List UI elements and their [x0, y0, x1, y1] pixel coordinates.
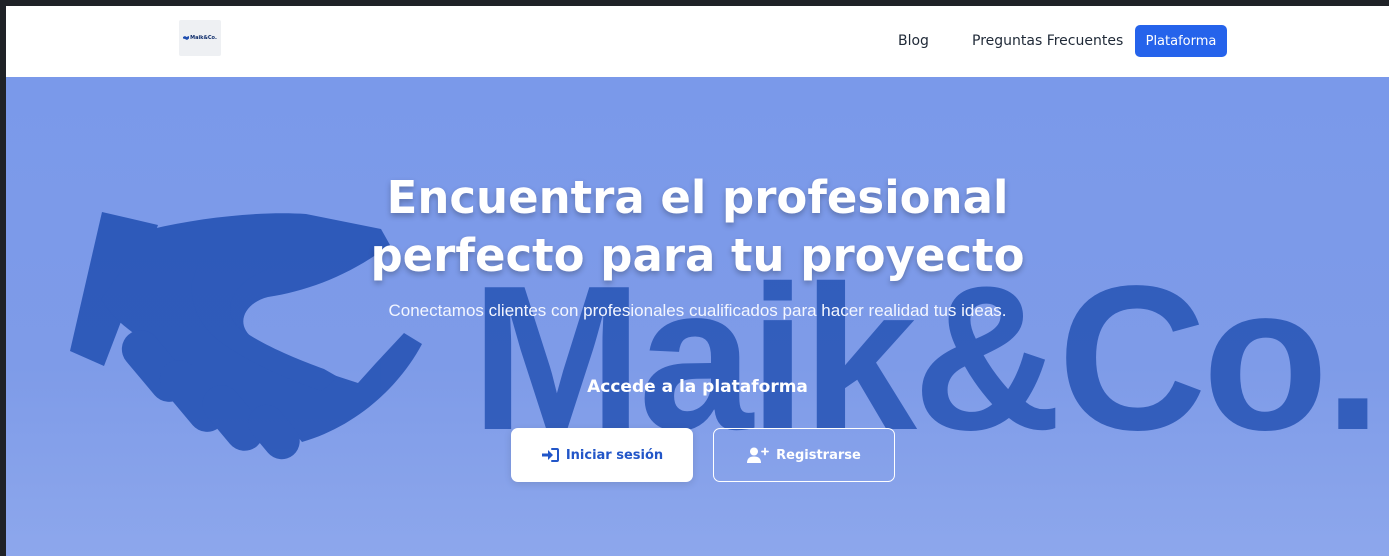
register-button[interactable]: Registrarse	[713, 428, 895, 482]
sign-in-icon	[541, 448, 559, 462]
nav-link-blog[interactable]: Blog	[898, 33, 929, 49]
site-logo[interactable]: Maik&Co.	[179, 20, 221, 56]
hero-subtitle: Conectamos clientes con profesionales cu…	[388, 301, 1007, 320]
login-button[interactable]: Iniciar sesión	[511, 428, 693, 482]
login-button-label: Iniciar sesión	[565, 447, 664, 463]
handshake-icon	[183, 36, 190, 40]
nav-platform-button[interactable]: Plataforma	[1135, 25, 1227, 57]
page: Maik&Co. Blog Preguntas Frecuentes Plata…	[6, 6, 1389, 556]
access-heading: Accede a la plataforma	[587, 377, 808, 397]
hero-title-line-2: perfecto para tu proyecto	[370, 229, 1025, 282]
top-navbar: Maik&Co. Blog Preguntas Frecuentes Plata…	[6, 6, 1389, 77]
register-button-label: Registrarse	[776, 447, 861, 463]
logo-text: Maik&Co.	[190, 35, 217, 41]
hero-section: Maik&Co. Encuentra el profesional perfec…	[6, 77, 1389, 556]
hero-title: Encuentra el profesional perfecto para t…	[6, 169, 1389, 285]
hero-title-line-1: Encuentra el profesional	[386, 171, 1009, 224]
nav-link-faq[interactable]: Preguntas Frecuentes	[972, 33, 1123, 49]
user-plus-icon	[747, 447, 770, 463]
